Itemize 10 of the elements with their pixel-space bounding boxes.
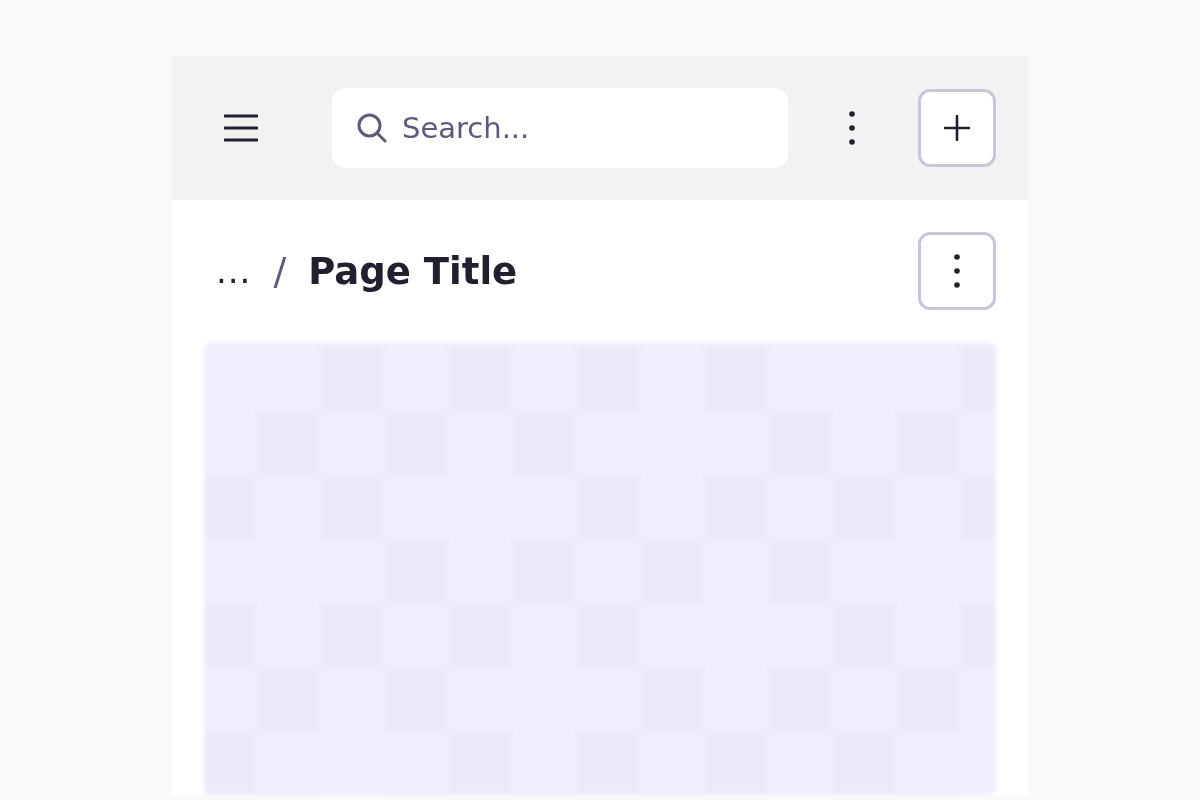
plus-icon: [944, 115, 970, 141]
menu-icon: [224, 114, 258, 142]
page-title: Page Title: [308, 249, 519, 293]
more-icon: [954, 254, 960, 288]
search-icon: [357, 113, 387, 143]
menu-button[interactable]: [224, 114, 258, 142]
more-icon: [849, 111, 855, 145]
breadcrumb-ellipsis[interactable]: ...: [216, 251, 252, 291]
search-field[interactable]: Search...: [332, 88, 788, 168]
breadcrumb-separator: /: [273, 249, 287, 293]
